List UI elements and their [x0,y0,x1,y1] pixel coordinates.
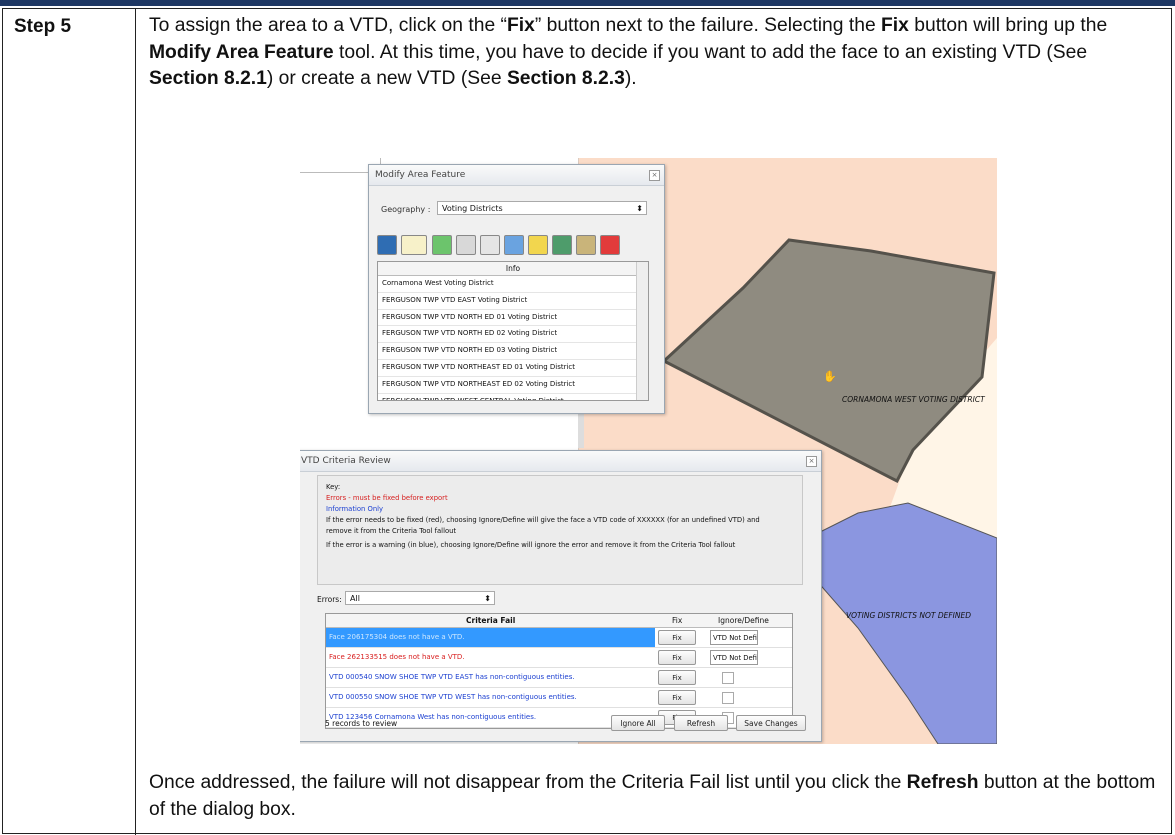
criteria-fail-text: VTD 000540 SNOW SHOE TWP VTD EAST has no… [329,673,575,681]
modify-dialog-title: Modify Area Feature × [369,165,664,186]
list-item[interactable]: FERGUSON TWP VTD NORTHEAST ED 02 Voting … [378,377,648,394]
criteria-fail-text: Face 206175304 does not have a VTD. [326,628,655,647]
list-item[interactable]: FERGUSON TWP VTD WEST CENTRAL Voting Dis… [378,394,648,400]
ignore-checkbox[interactable] [722,672,734,684]
map-label-undefined: VOTING DISTRICTS NOT DEFINED [846,611,971,620]
col-fix: Fix [672,616,683,625]
list-item[interactable]: Cornamona West Voting District [378,276,648,293]
errors-filter-select[interactable]: All ⬍ [345,591,495,605]
key-info: Information Only [326,505,384,513]
col-ignore-define: Ignore/Define [718,616,769,625]
chevron-updown-icon: ⬍ [636,204,643,213]
list-item[interactable]: FERGUSON TWP VTD NORTH ED 02 Voting Dist… [378,326,648,344]
key-label: Key: [326,483,341,491]
ignore-checkbox[interactable] [722,692,734,704]
remove-icon[interactable] [456,235,476,255]
close-icon[interactable]: × [806,456,817,467]
delete-icon[interactable] [600,235,620,255]
errors-label: Errors: [317,595,342,604]
move-down-icon[interactable] [504,235,524,255]
lock-icon[interactable] [528,235,548,255]
select-cursor-icon[interactable] [377,235,397,255]
add-icon[interactable] [432,235,452,255]
fix-button[interactable]: Fix [658,690,696,705]
key-note-error: If the error needs to be fixed (red), ch… [326,516,760,535]
select-rectangle-icon[interactable] [401,235,427,255]
key-box: Key: Errors - must be fixed before expor… [317,475,803,585]
col-criteria-fail: Criteria Fail [466,616,516,625]
key-note-warning: If the error is a warning (in blue), cho… [326,541,736,549]
records-status: 5 records to review [325,719,398,728]
ignore-define-select[interactable]: VTD Not Defined [710,630,758,645]
table-row[interactable]: Face 206175304 does not have a VTD. Fix VT… [326,628,792,648]
list-item[interactable]: FERGUSON TWP VTD NORTH ED 01 Voting Dist… [378,310,648,327]
modify-area-dialog: Modify Area Feature × Geography : Voting … [368,164,665,414]
refresh-button[interactable]: Refresh [674,715,728,731]
list-item[interactable]: FERGUSON TWP VTD NORTH ED 03 Voting Dist… [378,343,648,360]
criteria-table-header: Criteria Fail Fix Ignore/Define [326,614,792,628]
outro-paragraph: Once addressed, the failure will not dis… [149,772,1156,820]
voting-district-list[interactable]: Info Cornamona West Voting District FERGU… [377,261,649,401]
intro-paragraph: To assign the area to a VTD, click on th… [149,15,1108,89]
ignore-define-select[interactable]: VTD Not Defined [710,650,758,665]
fix-button[interactable]: Fix [658,650,696,665]
table-row[interactable]: VTD 000540 SNOW SHOE TWP VTD EAST has no… [326,668,792,688]
hand-cursor-icon: ✋ [823,370,837,383]
map-icon[interactable] [552,235,572,255]
ignore-all-button[interactable]: Ignore All [611,715,665,731]
criteria-dialog-title: VTD Criteria Review × [300,451,821,472]
criteria-table: Criteria Fail Fix Ignore/Define Face 206… [325,613,793,729]
fix-button[interactable]: Fix [658,670,696,685]
list-item[interactable]: FERGUSON TWP VTD NORTHEAST ED 01 Voting … [378,360,648,377]
list-header: Info [378,262,648,276]
fix-button[interactable]: Fix [658,630,696,645]
list-scrollbar[interactable] [636,262,648,400]
criteria-fail-text: Face 262133515 does not have a VTD. [329,653,465,661]
table-row[interactable]: VTD 000550 SNOW SHOE TWP VTD WEST has no… [326,688,792,708]
list-item[interactable]: FERGUSON TWP VTD EAST Voting District [378,293,648,310]
criteria-fail-text: VTD 000550 SNOW SHOE TWP VTD WEST has no… [329,693,577,701]
save-changes-button[interactable]: Save Changes [736,715,806,731]
map-label-district: CORNAMONA WEST VOTING DISTRICT [842,395,986,404]
step-label: Step 5 [14,16,72,37]
close-icon[interactable]: × [649,170,660,181]
screenshot: CORNAMONA WEST VOTING DISTRICT VOTING DI… [300,158,997,744]
criteria-review-dialog: VTD Criteria Review × Key: Errors - must … [300,450,822,742]
key-error: Errors - must be fixed before export [326,494,448,502]
splitter[interactable] [578,408,584,448]
table-row[interactable]: Face 262133515 does not have a VTD. Fix VT… [326,648,792,668]
chevron-updown-icon: ⬍ [484,594,491,603]
table-icon[interactable] [576,235,596,255]
header-bar [0,0,1175,6]
column-divider [135,8,136,835]
geography-label: Geography : [381,205,431,214]
geography-select[interactable]: Voting Districts ⬍ [437,201,647,215]
move-up-icon[interactable] [480,235,500,255]
